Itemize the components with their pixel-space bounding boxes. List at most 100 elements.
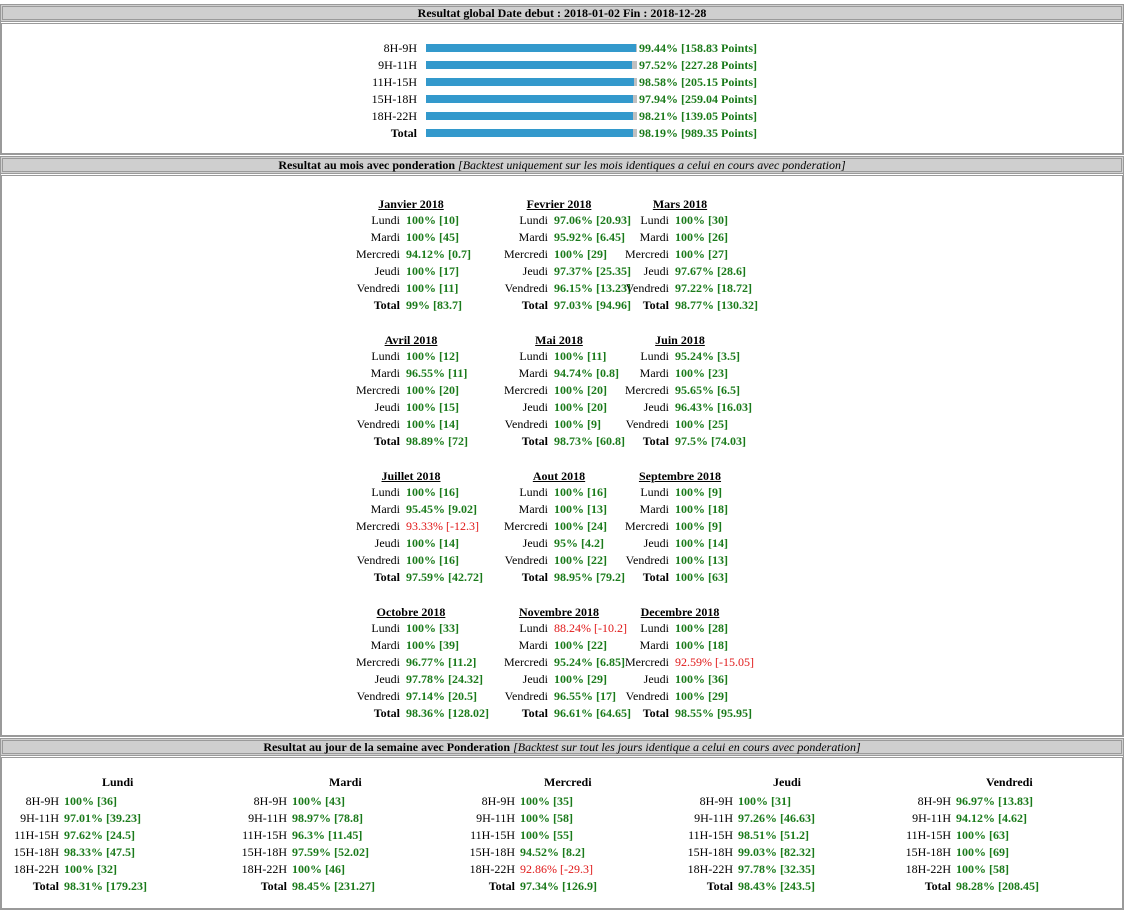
weekday-row-label: 18H-22H [905, 862, 951, 876]
weekday-row-label: Total [32, 879, 59, 893]
month-row-label: Lundi [519, 213, 548, 227]
month-row-label: Total [373, 298, 400, 312]
weekday-rows: 8H-9H 100% [43] 9H-11H 98.97% [78.8] 11H-15H… [230, 793, 430, 895]
month-row: Jeudi 100% [14] [358, 535, 508, 552]
weekday-row-label: 9H-11H [20, 811, 59, 825]
progress-bar [426, 95, 637, 103]
weekday-row-value: 100% [36] [64, 794, 117, 808]
month-row-value: 100% [16] [406, 485, 459, 499]
month-row: Total 98.36% [128.02] [358, 705, 508, 722]
month-row-label: Lundi [519, 621, 548, 635]
weekday-row-label: 9H-11H [476, 811, 515, 825]
global-result-panel: 8H-9H 99.44% [158.83 Points] 9H-11H 97.52% … [0, 21, 1124, 155]
month-row-label: Mardi [639, 502, 669, 516]
month-row-value: 98.55% [95.95] [675, 706, 752, 720]
month-row-value: 100% [24] [554, 519, 607, 533]
month-row-label: Jeudi [374, 672, 400, 686]
weekday-row: Total 98.28% [208.45] [894, 878, 1094, 895]
monthly-header-text: Resultat au mois avec ponderation [278, 158, 456, 172]
month-row-label: Jeudi [643, 264, 669, 278]
month-row-value: 100% [9] [554, 417, 601, 431]
month-row: Total 98.77% [130.32] [627, 297, 777, 314]
month-row-value: 100% [14] [406, 536, 459, 550]
month-row-label: Total [642, 434, 669, 448]
weekday-row: 9H-11H 98.97% [78.8] [230, 810, 430, 827]
weekday-row-label: 18H-22H [687, 862, 733, 876]
progress-bar [426, 44, 637, 52]
month-row-label: Vendredi [504, 689, 548, 703]
month-row-label: Lundi [640, 213, 669, 227]
month-row-value: 100% [29] [554, 247, 607, 261]
bar-value: 97.52% [227.28 Points] [639, 58, 757, 72]
month-row: Total 98.55% [95.95] [627, 705, 777, 722]
month-row: Total 97.59% [42.72] [358, 569, 508, 586]
month-row: Mardi 100% [26] [627, 229, 777, 246]
progress-bar-fill [426, 95, 633, 103]
month-row-label: Jeudi [643, 672, 669, 686]
month-row-label: Jeudi [374, 264, 400, 278]
bar-label: 15H-18H [371, 92, 417, 106]
weekday-row-value: 92.86% [-29.3] [520, 862, 593, 876]
month-row-value: 100% [10] [406, 213, 459, 227]
month-block: Juin 2018 Lundi 95.24% [3.5] Mardi 100% [23]… [625, 332, 777, 450]
month-row: Lundi 100% [12] [358, 348, 508, 365]
month-block: Mars 2018 Lundi 100% [30] Mardi 100% [26] Mer… [625, 196, 777, 314]
progress-bar [426, 112, 637, 120]
month-title: Mai 2018 [535, 333, 583, 347]
weekday-row: 8H-9H 100% [31] [676, 793, 876, 810]
month-row-value: 100% [13] [554, 502, 607, 516]
weekday-row: 15H-18H 100% [69] [894, 844, 1094, 861]
month-row-value: 97.5% [74.03] [675, 434, 746, 448]
month-row-value: 97.67% [28.6] [675, 264, 746, 278]
progress-bar-fill [426, 112, 634, 120]
weekday-row-label: 9H-11H [912, 811, 951, 825]
weekday-row-label: 11H-15H [470, 828, 515, 842]
weekday-row: 18H-22H 100% [58] [894, 861, 1094, 878]
month-row-label: Total [521, 298, 548, 312]
weekday-row-label: 18H-22H [241, 862, 287, 876]
month-row-value: 99% [83.7] [406, 298, 462, 312]
month-row-value: 96.61% [64.65] [554, 706, 631, 720]
month-row: Vendredi 100% [29] [626, 688, 777, 705]
weekday-result-panel: Lundi 8H-9H 100% [36] 9H-11H 97.01% [39.23] 1… [0, 755, 1124, 910]
month-row-label: Jeudi [374, 400, 400, 414]
month-row: Vendredi 100% [13] [626, 552, 777, 569]
weekday-rows: 8H-9H 96.97% [13.83] 9H-11H 94.12% [4.62] 11… [894, 793, 1094, 895]
month-row: Vendredi 100% [14] [357, 416, 508, 433]
weekday-row-label: 15H-18H [469, 845, 515, 859]
weekday-row-label: 9H-11H [694, 811, 733, 825]
weekday-row-value: 98.97% [78.8] [292, 811, 363, 825]
month-row: Total 99% [83.7] [358, 297, 508, 314]
month-row-label: Lundi [371, 485, 400, 499]
month-row-value: 100% [26] [675, 230, 728, 244]
month-row-value: 93.33% [-12.3] [406, 519, 479, 533]
bar-value: 97.94% [259.04 Points] [639, 92, 757, 106]
month-row-value: 94.74% [0.8] [554, 366, 619, 380]
month-title: Avril 2018 [384, 333, 438, 347]
bar-label: Total [390, 126, 417, 140]
weekday-row-value: 96.3% [11.45] [292, 828, 363, 842]
bar-row: Total 98.19% [989.35 Points] [2, 125, 1126, 142]
month-title: Novembre 2018 [518, 605, 600, 619]
weekday-row-value: 100% [43] [292, 794, 345, 808]
weekday-row-value: 100% [58] [956, 862, 1009, 876]
month-row-label: Mardi [639, 230, 669, 244]
month-row-label: Vendredi [504, 417, 548, 431]
month-row-value: 95.24% [6.85] [554, 655, 625, 669]
bar-value: 98.58% [205.15 Points] [639, 75, 757, 89]
weekday-row: 8H-9H 96.97% [13.83] [894, 793, 1094, 810]
month-row-label: Vendredi [356, 553, 400, 567]
month-row-label: Mercredi [625, 247, 669, 261]
weekday-row-value: 98.45% [231.27] [292, 879, 375, 893]
month-title: Fevrier 2018 [526, 197, 592, 211]
weekday-row-value: 94.52% [8.2] [520, 845, 585, 859]
month-row-value: 100% [25] [675, 417, 728, 431]
month-row-value: 97.59% [42.72] [406, 570, 483, 584]
weekday-row-label: 11H-15H [242, 828, 287, 842]
weekday-row-value: 97.78% [32.35] [738, 862, 815, 876]
month-row-value: 100% [17] [406, 264, 459, 278]
weekday-row-label: 18H-22H [13, 862, 59, 876]
weekday-row-label: 11H-15H [688, 828, 733, 842]
month-row-value: 100% [63] [675, 570, 728, 584]
weekday-row-label: 11H-15H [906, 828, 951, 842]
